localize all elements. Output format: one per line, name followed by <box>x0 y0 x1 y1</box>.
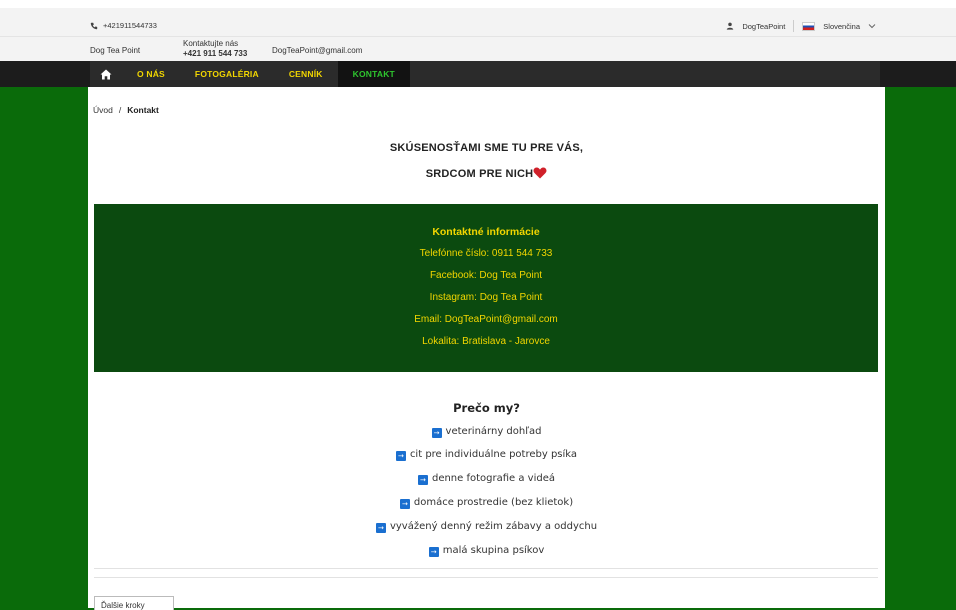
contact-info-email[interactable]: Email: DogTeaPoint@gmail.com <box>94 314 878 325</box>
why-us-item: → denne fotografie a videá <box>88 473 885 485</box>
why-us-item-text: vyvážený denný režim zábavy a oddychu <box>389 521 598 532</box>
arrow-right-icon: → <box>431 428 442 438</box>
nav-item-fotogaleria[interactable]: FOTOGALÉRIA <box>180 61 274 87</box>
nav-item-o-nas[interactable]: O NÁS <box>122 61 180 87</box>
contact-info-location: Lokalita: Bratislava - Jarovce <box>422 336 550 347</box>
headline-line-2-text: SRDCOM PRE NICH <box>425 168 534 180</box>
contact-info-title: Kontaktné informácie <box>432 226 540 238</box>
heart-icon <box>533 167 547 179</box>
why-us-item: → domáce prostredie (bez klietok) <box>88 497 885 509</box>
why-us-item-text: malá skupina psíkov <box>442 545 545 556</box>
topbar-phone-text: +421911544733 <box>103 21 157 30</box>
arrow-right-icon: → <box>417 475 428 485</box>
divider <box>94 577 878 578</box>
why-us-item: → cit pre individuálne potreby psíka <box>88 449 885 461</box>
home-button[interactable] <box>90 61 122 87</box>
top-utility-bar: +421911544733 DogTeaPoint Slovenčina <box>0 0 956 36</box>
user-account-link[interactable]: DogTeaPoint <box>742 22 785 31</box>
why-us-item-text: denne fotografie a videá <box>431 473 556 484</box>
why-us-item: → malá skupina psíkov <box>88 545 885 557</box>
why-us-item: → vyvážený denný režim zábavy a oddychu <box>88 521 885 533</box>
contact-info-facebook[interactable]: Facebook: Dog Tea Point <box>94 270 878 281</box>
arrow-right-icon: → <box>375 523 386 533</box>
breadcrumb-separator: / <box>118 105 122 115</box>
why-us-item-text: domáce prostredie (bez klietok) <box>413 497 574 508</box>
contact-info-instagram[interactable]: Instagram: Dog Tea Point <box>94 292 878 303</box>
nav-item-cennik[interactable]: CENNÍK <box>274 61 338 87</box>
contact-email[interactable]: DogTeaPoint@gmail.com <box>272 46 362 55</box>
nav-item-kontakt[interactable]: KONTAKT <box>337 61 410 87</box>
contact-info-phone[interactable]: Telefónne číslo: 0911 544 733 <box>94 248 878 259</box>
contact-label: Kontaktujte nás <box>183 39 239 48</box>
chevron-down-icon[interactable] <box>868 23 876 29</box>
why-us-item-text: cit pre individuálne potreby psíka <box>409 449 578 460</box>
arrow-right-icon: → <box>428 547 439 557</box>
why-us-item-text: veterinárny dohľad <box>445 426 542 437</box>
site-brand[interactable]: Dog Tea Point <box>90 46 140 55</box>
breadcrumb: Úvod / Kontakt <box>93 105 159 115</box>
language-selector[interactable]: Slovenčina <box>823 22 860 31</box>
slovak-flag-icon <box>802 21 816 31</box>
main-content: Úvod / Kontakt SKÚSENOSŤAMI SME TU PRE VÁS… <box>88 87 885 610</box>
divider <box>793 20 795 32</box>
home-icon <box>100 69 112 79</box>
headline-line-1: SKÚSENOSŤAMI SME TU PRE VÁS, <box>389 142 584 154</box>
arrow-right-icon: → <box>395 451 406 461</box>
breadcrumb-current: Kontakt <box>127 105 159 115</box>
divider <box>94 568 878 569</box>
arrow-right-icon: → <box>399 499 410 509</box>
why-us-item: → veterinárny dohľad <box>88 426 885 438</box>
breadcrumb-home[interactable]: Úvod <box>93 105 113 115</box>
headline-line-2: SRDCOM PRE NICH <box>88 167 885 180</box>
contact-info-box: Kontaktné informácie Telefónne číslo: 09… <box>94 204 878 372</box>
phone-icon <box>90 22 98 29</box>
contact-block: Kontaktujte nás +421 911 544 733 <box>183 39 247 59</box>
main-nav: O NÁS FOTOGALÉRIA CENNÍK KONTAKT <box>0 61 956 87</box>
contact-phone[interactable]: +421 911 544 733 <box>183 49 247 58</box>
why-us-title: Prečo my? <box>453 401 520 415</box>
user-icon <box>727 22 734 30</box>
topbar-right: DogTeaPoint Slovenčina <box>726 20 876 32</box>
info-bar: Dog Tea Point Kontaktujte nás +421 911 5… <box>0 36 956 61</box>
topbar-phone[interactable]: +421911544733 <box>90 21 157 30</box>
